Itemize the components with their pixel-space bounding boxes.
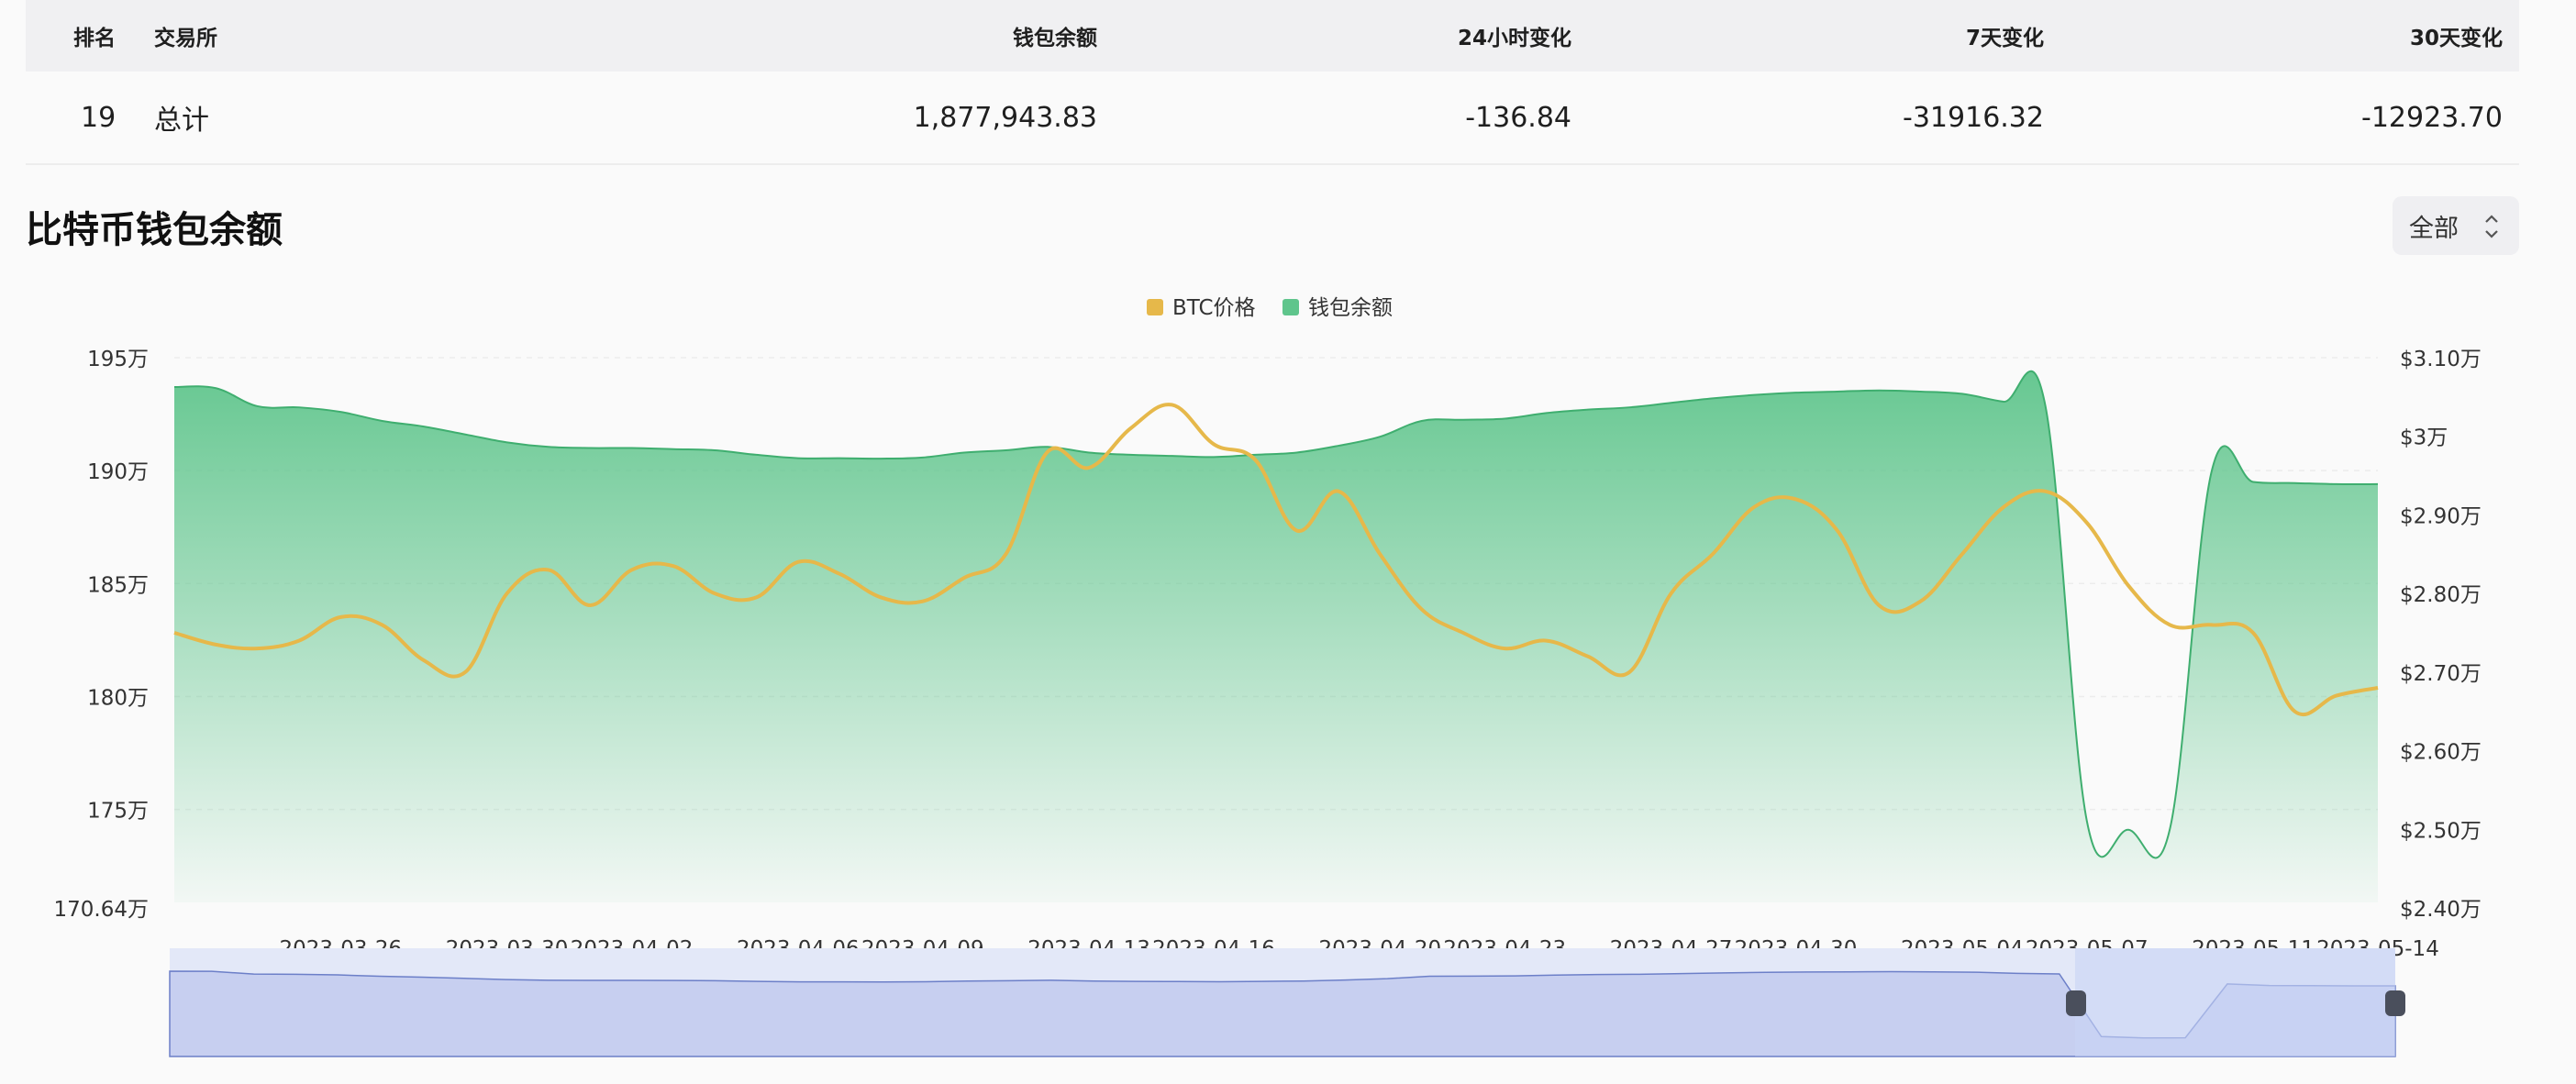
chevron-up-down-icon: [2485, 215, 2498, 238]
y-left-min-label: 170.64万: [54, 898, 149, 922]
navigator-handle-left[interactable]: [2066, 990, 2086, 1016]
col-header-balance[interactable]: 钱包余额: [760, 0, 1097, 72]
y-right-tick-label: $2.40万: [2400, 898, 2482, 922]
legend-label: 钱包余额: [1308, 296, 1393, 320]
range-select[interactable]: 全部: [2393, 196, 2519, 255]
col-header-30d-change[interactable]: 30天变化: [2136, 0, 2503, 72]
y-right-tick-label: $2.70万: [2400, 662, 2482, 686]
y-left-tick-label: 190万: [87, 460, 149, 484]
row-24h-change: -136.84: [1465, 101, 1571, 134]
row-balance: 1,877,943.83: [913, 101, 1097, 134]
legend-item[interactable]: 钱包余额: [1282, 296, 1393, 320]
navigator-selection[interactable]: [2075, 948, 2395, 1056]
table-header: 排名 交易所 钱包余额 24小时变化 7天变化 30天变化: [26, 0, 2519, 72]
y-left-tick-label: 175万: [87, 800, 149, 824]
y-right-tick-label: $2.80万: [2400, 583, 2482, 607]
y-left-tick-label: 185万: [87, 573, 149, 597]
legend-item[interactable]: BTC价格: [1147, 296, 1256, 320]
y-axis-right: $3.10万 $3万 $2.90万 $2.80万 $2.70万 $2.60万 $2.50万 $…: [2400, 348, 2482, 922]
row-7d-change: -31916.32: [1903, 101, 2044, 134]
col-header-7d-change[interactable]: 7天变化: [1677, 0, 2044, 72]
legend-swatch: [1282, 299, 1299, 315]
y-right-tick-label: $2.60万: [2400, 741, 2482, 765]
col-header-rank[interactable]: 排名: [73, 0, 116, 72]
row-rank: 19: [81, 101, 117, 134]
zoom-navigator[interactable]: [169, 948, 2405, 1057]
y-axis-left: 195万 190万 185万 180万 175万 170.64万: [54, 348, 149, 922]
range-select-value: 全部: [2409, 214, 2459, 243]
col-header-24h-change[interactable]: 24小时变化: [1218, 0, 1571, 72]
legend-swatch: [1147, 299, 1163, 315]
balance-area: [174, 371, 2378, 902]
section-title: 比特币钱包余额: [26, 209, 283, 251]
legend[interactable]: BTC价格 钱包余额: [1147, 296, 1393, 320]
row-30d-change: -12923.70: [2361, 101, 2503, 134]
col-header-exchange[interactable]: 交易所: [154, 0, 217, 72]
navigator-line: [169, 970, 2396, 1057]
y-left-tick-label: 180万: [87, 686, 149, 710]
y-right-tick-label: $3.10万: [2400, 348, 2482, 371]
balance-price-chart: 195万 190万 185万 180万 175万 170.64万 $3.10万 $3万 $2.…: [54, 296, 2482, 1057]
legend-label: BTC价格: [1172, 296, 1256, 320]
y-left-tick-label: 195万: [87, 348, 149, 371]
navigator-handle-right[interactable]: [2385, 990, 2405, 1016]
table-row[interactable]: 19 总计 1,877,943.83 -136.84 -31916.32 -12…: [26, 72, 2519, 165]
y-right-tick-label: $3万: [2400, 426, 2448, 450]
y-right-tick-label: $2.90万: [2400, 504, 2482, 528]
row-exchange: 总计: [154, 105, 209, 137]
y-right-tick-label: $2.50万: [2400, 819, 2482, 843]
